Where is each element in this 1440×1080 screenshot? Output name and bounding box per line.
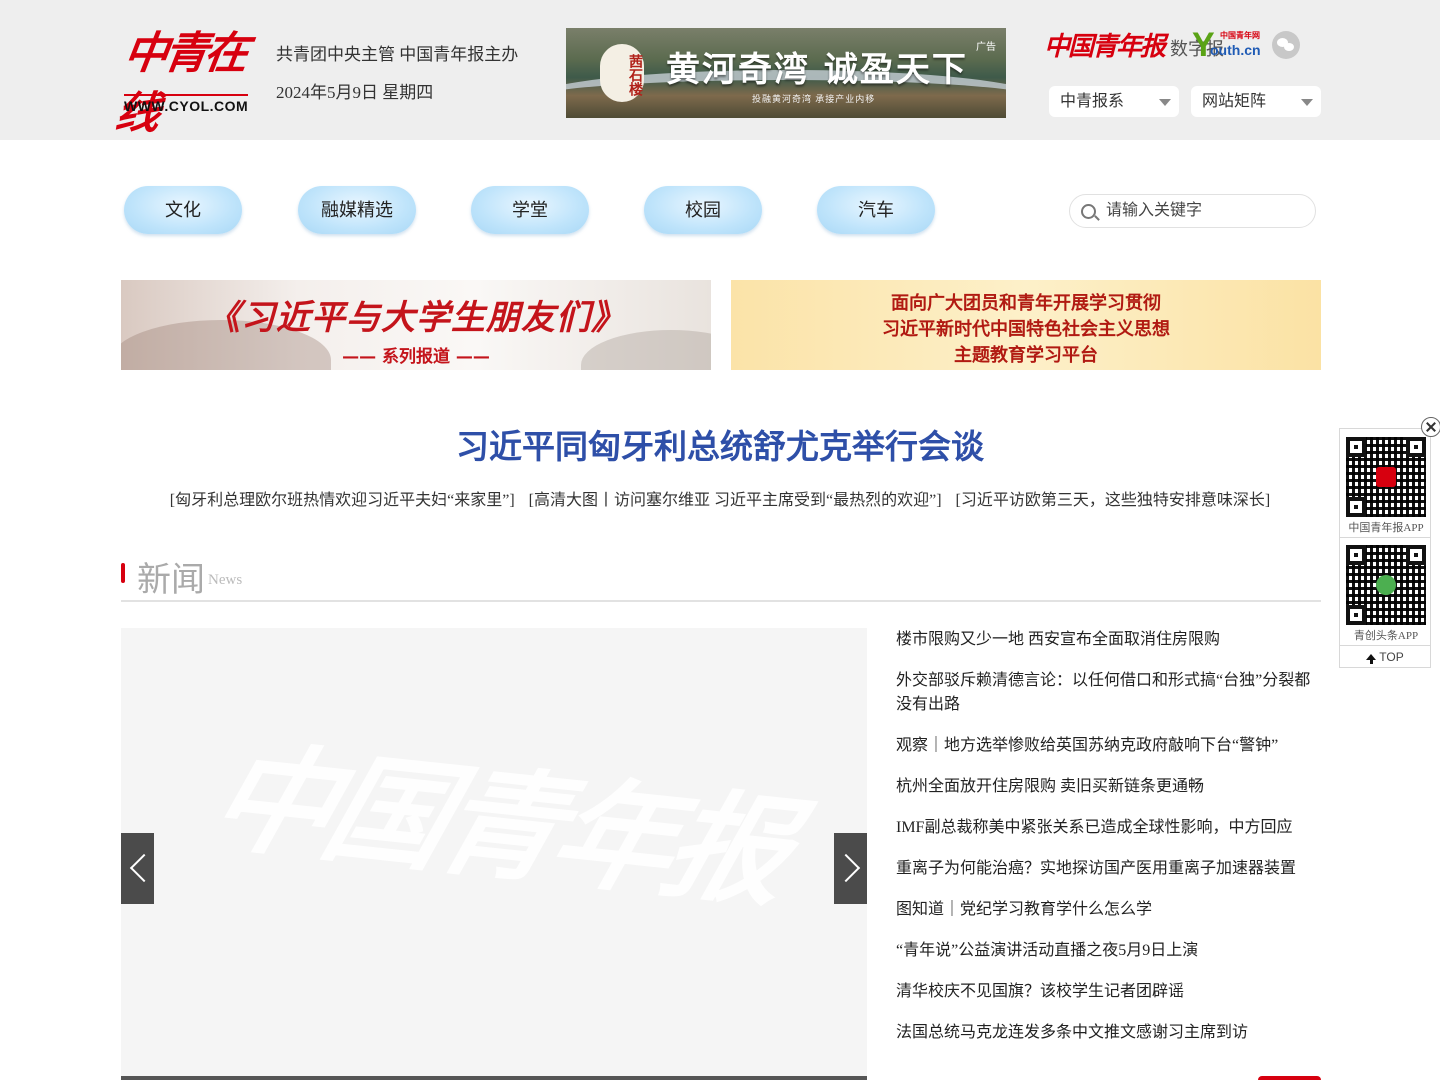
list-item: 清华校庆不见国旗？该校学生记者团辟谣 bbox=[896, 980, 1321, 1004]
nav-item-campus[interactable]: 校园 bbox=[644, 186, 762, 234]
ad-tag: 广告 bbox=[976, 42, 996, 53]
panel-divider bbox=[1340, 645, 1430, 646]
youth-logo-small: 中国青年网 bbox=[1220, 31, 1260, 40]
select-site-matrix-value: 网站矩阵 bbox=[1202, 93, 1267, 110]
chevron-down-icon bbox=[1301, 99, 1313, 106]
list-item: 外交部驳斥赖清德言论：以任何借口和形式搞“台独”分裂都没有出路 bbox=[896, 669, 1321, 717]
nav-item-media-selection[interactable]: 融媒精选 bbox=[298, 186, 416, 234]
carousel-next-button[interactable] bbox=[834, 833, 867, 904]
top-advertisement[interactable]: 茜石楼 黄河奇湾 诚盈天下 投融黄河奇湾 承接产业内移 广告 bbox=[566, 28, 1006, 118]
panel-divider bbox=[1340, 537, 1430, 538]
search-box bbox=[1069, 194, 1316, 228]
close-icon[interactable] bbox=[1421, 417, 1440, 437]
list-item: 法国总统马克龙连发多条中文推文感谢习主席到访 bbox=[896, 1021, 1321, 1045]
sub-headline-link[interactable]: [高清大图丨访问塞尔维亚 习近平主席受到“最热烈的欢迎”] bbox=[529, 492, 942, 509]
top-header: 中青在线 WWW.CYOL.COM 共青团中央主管 中国青年报主办 2024年5… bbox=[0, 0, 1440, 140]
more-tab[interactable] bbox=[1258, 1076, 1321, 1080]
back-to-top-label: TOP bbox=[1379, 650, 1404, 664]
sub-headline-link[interactable]: [匈牙利总理欧尔班热情欢迎习近平夫妇“来家里”] bbox=[170, 492, 515, 509]
nav-item-academy[interactable]: 学堂 bbox=[471, 186, 589, 234]
youth-cn-logo-link[interactable]: Y 中国青年网 outh.cn bbox=[1192, 28, 1262, 64]
qr-code-qingchuang-app bbox=[1346, 545, 1426, 625]
site-logo[interactable]: 中青在线 WWW.CYOL.COM bbox=[112, 24, 252, 139]
news-link[interactable]: “青年说”公益演讲活动直播之夜5月9日上演 bbox=[896, 942, 1198, 959]
list-item: IMF副总裁称美中紧张关系已造成全球性影响，中方回应 bbox=[896, 816, 1321, 840]
search-input[interactable] bbox=[1106, 199, 1306, 223]
arrow-up-icon bbox=[1366, 654, 1377, 664]
carousel-caption-strip bbox=[121, 1076, 867, 1080]
news-list: 楼市限购又少一地 西安宣布全面取消住房限购 外交部驳斥赖清德言论：以任何借口和形… bbox=[896, 628, 1321, 1062]
select-site-matrix[interactable]: 网站矩阵 bbox=[1191, 86, 1321, 117]
banner-right-line: 习近平新时代中国特色社会主义思想 bbox=[882, 319, 1170, 340]
banner-right-line: 面向广大团员和青年开展学习贯彻 bbox=[891, 293, 1161, 314]
cyd-logo-text: 中国青年报 bbox=[1044, 32, 1166, 62]
nav-item-auto[interactable]: 汽车 bbox=[817, 186, 935, 234]
main-headline[interactable]: 习近平同匈牙利总统舒尤克举行会谈 bbox=[0, 420, 1440, 468]
list-item: 杭州全面放开住房限购 卖旧买新链条更通畅 bbox=[896, 775, 1321, 799]
list-item: 观察｜地方选举惨败给英国苏纳克政府敲响下台“警钟” bbox=[896, 734, 1321, 758]
select-cyd-network[interactable]: 中青报系 bbox=[1049, 86, 1179, 117]
list-item: 图知道｜党纪学习教育学什么怎么学 bbox=[896, 898, 1321, 922]
banner-left-title: 《习近平与大学生朋友们》 bbox=[206, 298, 626, 338]
ad-slogan: 黄河奇湾 诚盈天下 bbox=[666, 50, 968, 90]
youth-logo-outh: outh.cn bbox=[1210, 42, 1261, 58]
carousel-placeholder-watermark: 中国青年报 bbox=[195, 726, 803, 924]
chevron-down-icon bbox=[1159, 99, 1171, 106]
nav-item-culture[interactable]: 文化 bbox=[124, 186, 242, 234]
news-link[interactable]: 清华校庆不见国旗？该校学生记者团辟谣 bbox=[896, 983, 1184, 1000]
site-logo-text: 中青在线 bbox=[112, 28, 248, 139]
banner-right-line: 主题教育学习平台 bbox=[954, 345, 1098, 366]
section-title-en: News bbox=[208, 572, 243, 588]
qr-label-qingchuang-app: 青创头条APP bbox=[1353, 630, 1419, 642]
main-nav: 文化 融媒精选 学堂 校园 汽车 bbox=[124, 186, 944, 234]
sub-headlines: [匈牙利总理欧尔班热情欢迎习近平夫妇“来家里”] [高清大图丨访问塞尔维亚 习近平… bbox=[0, 486, 1440, 510]
section-divider bbox=[121, 600, 1321, 602]
carousel-prev-button[interactable] bbox=[121, 833, 154, 904]
news-link[interactable]: 重离子为何能治癌？实地探访国产医用重离子加速器装置 bbox=[896, 860, 1296, 877]
banner-xi-and-students[interactable]: 《习近平与大学生朋友们》 —— 系列报道 —— bbox=[121, 280, 711, 370]
list-item: 楼市限购又少一地 西安宣布全面取消住房限购 bbox=[896, 628, 1321, 652]
section-accent-bar bbox=[121, 563, 125, 583]
news-link[interactable]: 楼市限购又少一地 西安宣布全面取消住房限购 bbox=[896, 631, 1220, 648]
qr-code-cyd-app bbox=[1346, 437, 1426, 517]
site-tagline: 共青团中央主管 中国青年报主办 bbox=[276, 45, 519, 64]
sub-headline-link[interactable]: [习近平访欧第三天，这些独特安排意味深长] bbox=[956, 492, 1271, 509]
banner-left-subtitle: —— 系列报道 —— bbox=[342, 347, 490, 367]
floating-qr-panel: 中国青年报APP 青创头条APP TOP bbox=[1339, 428, 1431, 668]
ad-subline: 投融黄河奇湾 承接产业内移 bbox=[752, 94, 876, 104]
ad-stamp: 茜石楼 bbox=[600, 44, 644, 102]
news-link[interactable]: 观察｜地方选举惨败给英国苏纳克政府敲响下台“警钟” bbox=[896, 737, 1278, 754]
select-cyd-network-value: 中青报系 bbox=[1060, 93, 1125, 110]
news-link[interactable]: 法国总统马克龙连发多条中文推文感谢习主席到访 bbox=[896, 1024, 1248, 1041]
back-to-top-button[interactable]: TOP bbox=[1340, 647, 1430, 667]
wechat-icon[interactable] bbox=[1272, 31, 1300, 59]
news-link[interactable]: 外交部驳斥赖清德言论：以任何借口和形式搞“台独”分裂都没有出路 bbox=[896, 672, 1310, 713]
list-item: “青年说”公益演讲活动直播之夜5月9日上演 bbox=[896, 939, 1321, 963]
banner-study-platform[interactable]: 面向广大团员和青年开展学习贯彻 习近平新时代中国特色社会主义思想 主题教育学习平… bbox=[731, 280, 1321, 370]
site-logo-url: WWW.CYOL.COM bbox=[124, 98, 249, 114]
logo-underline bbox=[124, 94, 248, 96]
news-carousel[interactable]: 中国青年报 bbox=[121, 628, 867, 1080]
news-link[interactable]: IMF副总裁称美中紧张关系已造成全球性影响，中方回应 bbox=[896, 819, 1292, 836]
current-date: 2024年5月9日 星期四 bbox=[276, 83, 434, 102]
news-link[interactable]: 图知道｜党纪学习教育学什么怎么学 bbox=[896, 901, 1152, 918]
news-link[interactable]: 杭州全面放开住房限购 卖旧买新链条更通畅 bbox=[896, 778, 1204, 795]
search-icon[interactable] bbox=[1081, 204, 1096, 219]
qr-label-cyd-app: 中国青年报APP bbox=[1348, 522, 1424, 534]
list-item: 重离子为何能治癌？实地探访国产医用重离子加速器装置 bbox=[896, 857, 1321, 881]
section-title: 新闻 bbox=[137, 562, 205, 599]
